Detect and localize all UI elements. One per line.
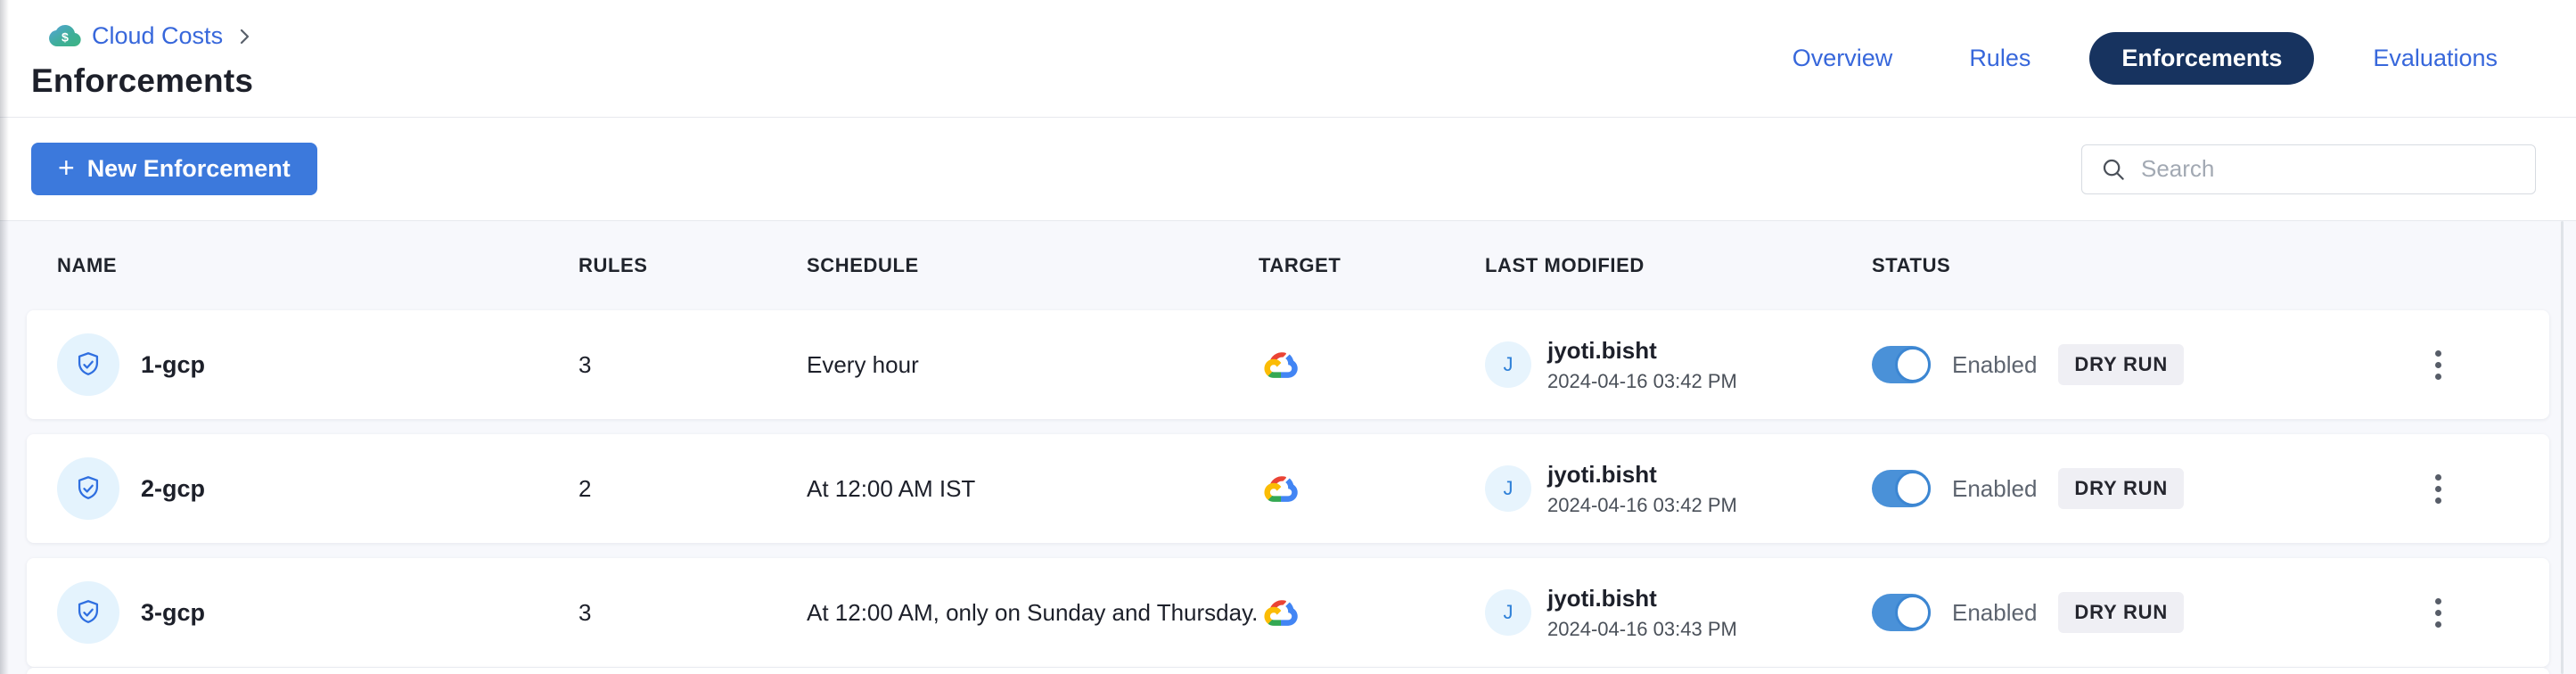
column-header-status: Status [1872,254,2398,277]
schedule-text: Every hour [807,351,1259,379]
modified-time: 2024-04-16 03:43 PM [1547,618,1737,641]
gcp-icon [1259,593,1485,632]
table-row[interactable]: 3-gcp 3 At 12:00 AM, only on Sunday and … [27,558,2549,667]
enforcements-table: Name Rules Schedule Target Last Modified… [0,221,2576,674]
page-header: $ Cloud Costs Enforcements Overview Rule… [0,0,2576,118]
table-header-row: Name Rules Schedule Target Last Modified… [27,221,2549,310]
kebab-menu-icon[interactable] [2428,591,2449,635]
enforcement-name[interactable]: 1-gcp [141,351,205,379]
header-left: $ Cloud Costs Enforcements [31,0,255,117]
enabled-toggle[interactable] [1872,470,1931,507]
dry-run-badge: DRY RUN [2058,344,2184,385]
modified-time: 2024-04-16 03:42 PM [1547,370,1737,393]
status-label: Enabled [1952,351,2037,379]
dry-run-badge: DRY RUN [2058,592,2184,633]
schedule-text: At 12:00 AM, only on Sunday and Thursday… [807,599,1259,627]
next-row-peek [27,668,2549,674]
modified-by: jyoti.bisht [1547,585,1737,612]
dry-run-badge: DRY RUN [2058,468,2184,509]
toolbar: + New Enforcement [0,118,2576,221]
column-header-name: Name [57,254,578,277]
header-tabs: Overview Rules Enforcements Evaluations [1775,0,2515,117]
status-label: Enabled [1952,475,2037,503]
table-row[interactable]: 1-gcp 3 Every hour J jyoti.bisht [27,310,2549,419]
rules-count: 3 [578,351,807,379]
enforcement-badge [57,457,119,520]
enforcements-page: $ Cloud Costs Enforcements Overview Rule… [0,0,2576,674]
toggle-knob [1895,471,1931,506]
column-header-target: Target [1259,254,1485,277]
avatar: J [1485,465,1531,512]
status-label: Enabled [1952,599,2037,627]
rules-count: 2 [578,475,807,503]
kebab-menu-icon[interactable] [2428,467,2449,511]
schedule-text: At 12:00 AM IST [807,475,1259,503]
column-header-rules: Rules [578,254,807,277]
search-icon [2100,156,2127,183]
column-header-last-modified: Last Modified [1485,254,1872,277]
modified-by: jyoti.bisht [1547,461,1737,489]
gcp-icon [1259,469,1485,508]
modified-time: 2024-04-16 03:42 PM [1547,494,1737,517]
toggle-knob [1895,595,1931,630]
new-enforcement-label: New Enforcement [87,155,291,183]
toggle-knob [1895,347,1931,382]
enforcement-name[interactable]: 3-gcp [141,599,205,627]
scrollbar[interactable] [2561,221,2564,674]
cloud-costs-icon: $ [49,20,81,52]
enabled-toggle[interactable] [1872,346,1931,383]
new-enforcement-button[interactable]: + New Enforcement [31,143,317,195]
kebab-menu-icon[interactable] [2428,343,2449,387]
enabled-toggle[interactable] [1872,594,1931,631]
shield-check-icon [73,597,103,628]
tab-overview[interactable]: Overview [1775,32,1911,85]
column-header-schedule: Schedule [807,254,1259,277]
tab-rules[interactable]: Rules [1951,32,2048,85]
enforcement-badge [57,333,119,396]
search-input[interactable] [2141,155,2517,183]
plus-icon: + [58,153,75,182]
modified-by: jyoti.bisht [1547,337,1737,365]
breadcrumb-link-cloud-costs[interactable]: Cloud Costs [92,22,223,50]
page-title: Enforcements [31,62,255,100]
search-box[interactable] [2081,144,2536,194]
breadcrumb[interactable]: $ Cloud Costs [49,20,255,52]
avatar: J [1485,589,1531,636]
svg-text:$: $ [62,30,69,45]
tab-evaluations[interactable]: Evaluations [2355,32,2515,85]
gcp-icon [1259,345,1485,384]
enforcement-name[interactable]: 2-gcp [141,475,205,503]
table-row[interactable]: 2-gcp 2 At 12:00 AM IST J jyoti.bisht [27,434,2549,543]
tab-enforcements[interactable]: Enforcements [2089,32,2314,85]
chevron-right-icon [234,24,255,47]
rules-count: 3 [578,599,807,627]
shield-check-icon [73,349,103,380]
avatar: J [1485,341,1531,388]
enforcement-badge [57,581,119,644]
shield-check-icon [73,473,103,504]
